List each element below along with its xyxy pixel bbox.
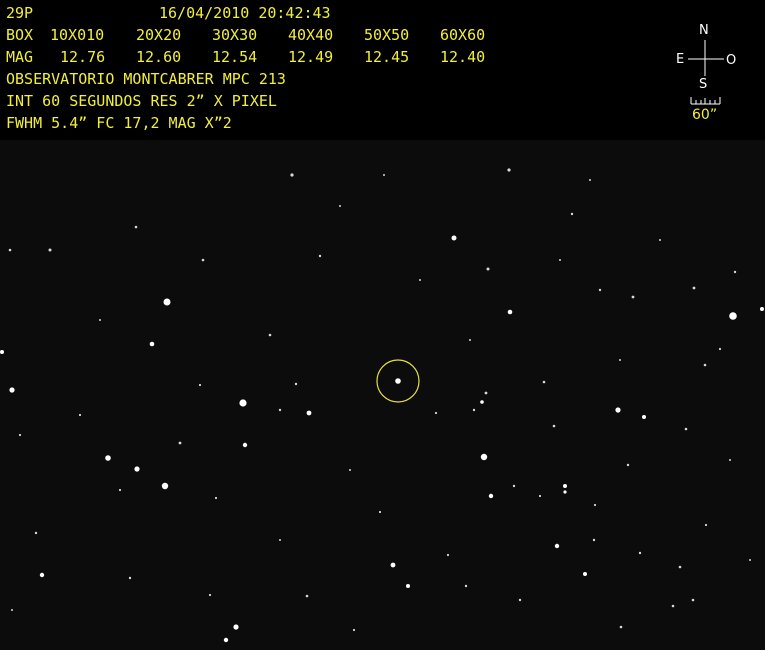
integration-line: INT 60 SEGUNDOS RES 2” X PIXEL: [6, 92, 277, 110]
bright-stars: [0, 235, 764, 643]
observation-datetime: 16/04/2010 20:42:43: [159, 4, 331, 22]
mag-value: 12.40: [440, 48, 486, 66]
box-size: 20X20: [136, 26, 182, 44]
scale-label: 60”: [692, 107, 718, 123]
box-size: 50X50: [364, 26, 410, 44]
mag-label: MAG: [6, 48, 34, 66]
mag-value: 12.49: [288, 48, 334, 66]
fwhm-line: FWHM 5.4” FC 17,2 MAG X”2: [6, 114, 232, 132]
mag-value: 12.60: [136, 48, 182, 66]
box-size: 40X40: [288, 26, 334, 44]
mag-value: 12.45: [364, 48, 410, 66]
mag-value: 12.54: [212, 48, 258, 66]
observatory-line: OBSERVATORIO MONTCABRER MPC 213: [6, 70, 286, 88]
box-label: BOX: [6, 26, 34, 44]
star-field-image: [0, 168, 764, 643]
info-header: 29P 16/04/2010 20:42:43 BOX 10X010 20X20…: [0, 0, 765, 140]
box-size: 60X60: [440, 26, 486, 44]
faint-stars: [8, 168, 751, 632]
box-size: 10X010: [50, 26, 105, 44]
star-field: [0, 140, 765, 650]
object-name: 29P: [6, 4, 34, 22]
box-size: 30X30: [212, 26, 258, 44]
mag-value: 12.76: [60, 48, 106, 66]
compass-cross-icon: [688, 40, 724, 105]
